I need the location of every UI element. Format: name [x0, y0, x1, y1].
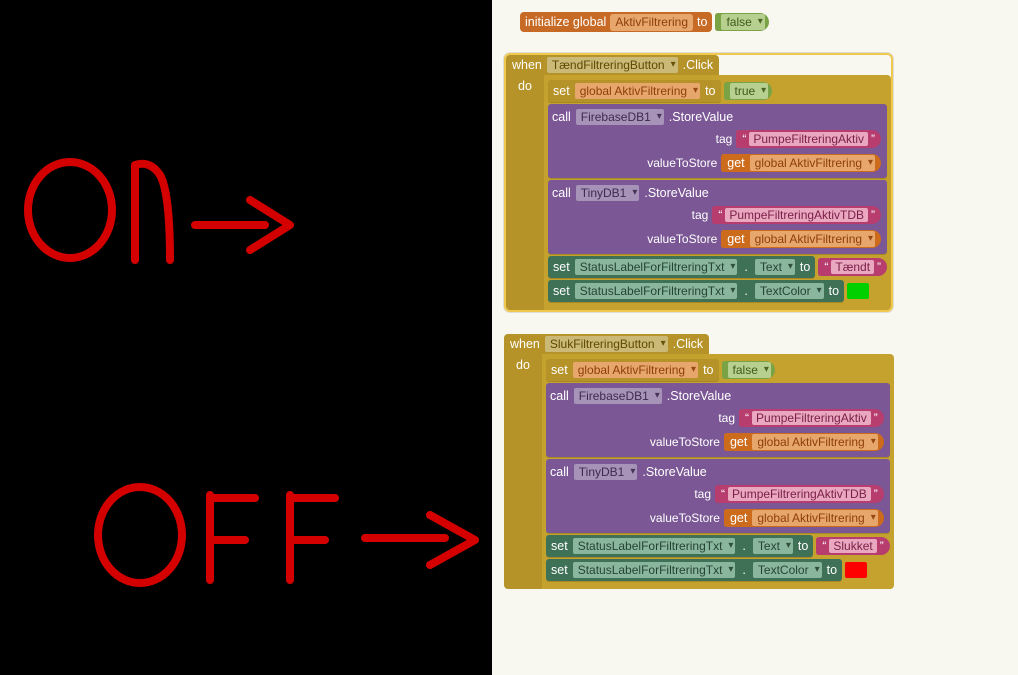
boolean-dropdown[interactable]: true — [730, 83, 769, 99]
component-dropdown[interactable]: TinyDB1 — [574, 464, 638, 480]
get-variable[interactable]: get global AktivFiltrering — [724, 433, 884, 451]
call-method[interactable]: call FirebaseDB1 .StoreValue tag “ Pumpe… — [548, 104, 887, 178]
get-variable[interactable]: get global AktivFiltrering — [721, 230, 881, 248]
component-dropdown[interactable]: TinyDB1 — [576, 185, 640, 201]
component-dropdown[interactable]: FirebaseDB1 — [574, 388, 662, 404]
string-literal[interactable]: “ PumpeFiltreringAktivTDB ” — [715, 485, 884, 503]
keyword-initialize: initialize global — [525, 15, 606, 29]
do-label: do — [504, 354, 542, 589]
call-method[interactable]: call TinyDB1 .StoreValue tag “ PumpeFilt… — [548, 180, 887, 254]
component-dropdown[interactable]: FirebaseDB1 — [576, 109, 664, 125]
annotation-panel — [0, 0, 492, 675]
variable-dropdown[interactable]: global AktivFiltrering — [750, 231, 875, 247]
boolean-value[interactable]: false — [715, 13, 768, 31]
boolean-value[interactable]: false — [722, 361, 775, 379]
set-variable[interactable]: set global AktivFiltrering to — [548, 80, 721, 102]
keyword-to: to — [697, 15, 707, 29]
get-variable[interactable]: get global AktivFiltrering — [724, 509, 884, 527]
variable-dropdown[interactable]: global AktivFiltrering — [575, 83, 700, 99]
arg-label: tag — [641, 487, 711, 501]
variable-dropdown[interactable]: global AktivFiltrering — [752, 510, 877, 526]
arg-label: valueToStore — [650, 435, 720, 449]
blocks-editor[interactable]: initialize global AktivFiltrering to fal… — [492, 0, 1018, 675]
string-literal[interactable]: “ PumpeFiltreringAktiv ” — [736, 130, 881, 148]
boolean-value[interactable]: true — [724, 82, 773, 100]
component-dropdown[interactable]: StatusLabelForFiltreringTxt — [573, 562, 736, 578]
set-property[interactable]: set StatusLabelForFiltreringTxt . TextCo… — [548, 280, 844, 302]
event-header[interactable]: when SlukFiltreringButton .Click — [504, 334, 709, 354]
color-swatch[interactable] — [845, 562, 867, 578]
variable-dropdown[interactable]: global AktivFiltrering — [573, 362, 698, 378]
set-property[interactable]: set StatusLabelForFiltreringTxt . TextCo… — [546, 559, 842, 581]
arg-label: valueToStore — [650, 511, 720, 525]
call-method[interactable]: call TinyDB1 .StoreValue tag “ PumpeFilt… — [546, 459, 890, 533]
component-dropdown[interactable]: StatusLabelForFiltreringTxt — [575, 283, 738, 299]
variable-dropdown[interactable]: global AktivFiltrering — [752, 434, 877, 450]
property-dropdown[interactable]: TextColor — [755, 283, 824, 299]
do-label: do — [506, 75, 544, 310]
arg-label: valueToStore — [647, 156, 717, 170]
color-swatch[interactable] — [847, 283, 869, 299]
string-literal[interactable]: “ Tændt ” — [818, 258, 887, 276]
initialize-global-block[interactable]: initialize global AktivFiltrering to fal… — [520, 11, 1010, 33]
event-block[interactable]: when SlukFiltreringButton .Click do set … — [504, 334, 1010, 589]
variable-name[interactable]: AktivFiltrering — [610, 14, 693, 31]
component-dropdown[interactable]: SlukFiltreringButton — [545, 336, 668, 352]
boolean-dropdown[interactable]: false — [728, 362, 771, 378]
string-literal[interactable]: “ Slukket ” — [816, 537, 889, 555]
get-variable[interactable]: get global AktivFiltrering — [721, 154, 881, 172]
set-property[interactable]: set StatusLabelForFiltreringTxt . Text t… — [546, 535, 813, 557]
arg-label: tag — [662, 132, 732, 146]
arg-label: valueToStore — [647, 232, 717, 246]
event-header[interactable]: when TændFiltreringButton .Click — [506, 55, 719, 75]
string-literal[interactable]: “ PumpeFiltreringAktivTDB ” — [712, 206, 881, 224]
set-property[interactable]: set StatusLabelForFiltreringTxt . Text t… — [548, 256, 815, 278]
property-dropdown[interactable]: TextColor — [753, 562, 822, 578]
variable-dropdown[interactable]: global AktivFiltrering — [750, 155, 875, 171]
arg-label: tag — [638, 208, 708, 222]
component-dropdown[interactable]: TændFiltreringButton — [547, 57, 678, 73]
property-dropdown[interactable]: Text — [755, 259, 795, 275]
call-method[interactable]: call FirebaseDB1 .StoreValue tag “ Pumpe… — [546, 383, 890, 457]
arg-label: tag — [665, 411, 735, 425]
property-dropdown[interactable]: Text — [753, 538, 793, 554]
component-dropdown[interactable]: StatusLabelForFiltreringTxt — [573, 538, 736, 554]
string-literal[interactable]: “ PumpeFiltreringAktiv ” — [739, 409, 884, 427]
set-variable[interactable]: set global AktivFiltrering to — [546, 359, 719, 381]
component-dropdown[interactable]: StatusLabelForFiltreringTxt — [575, 259, 738, 275]
event-block[interactable]: when TændFiltreringButton .Click do set … — [504, 53, 1010, 312]
handwriting-on-icon — [0, 0, 492, 675]
